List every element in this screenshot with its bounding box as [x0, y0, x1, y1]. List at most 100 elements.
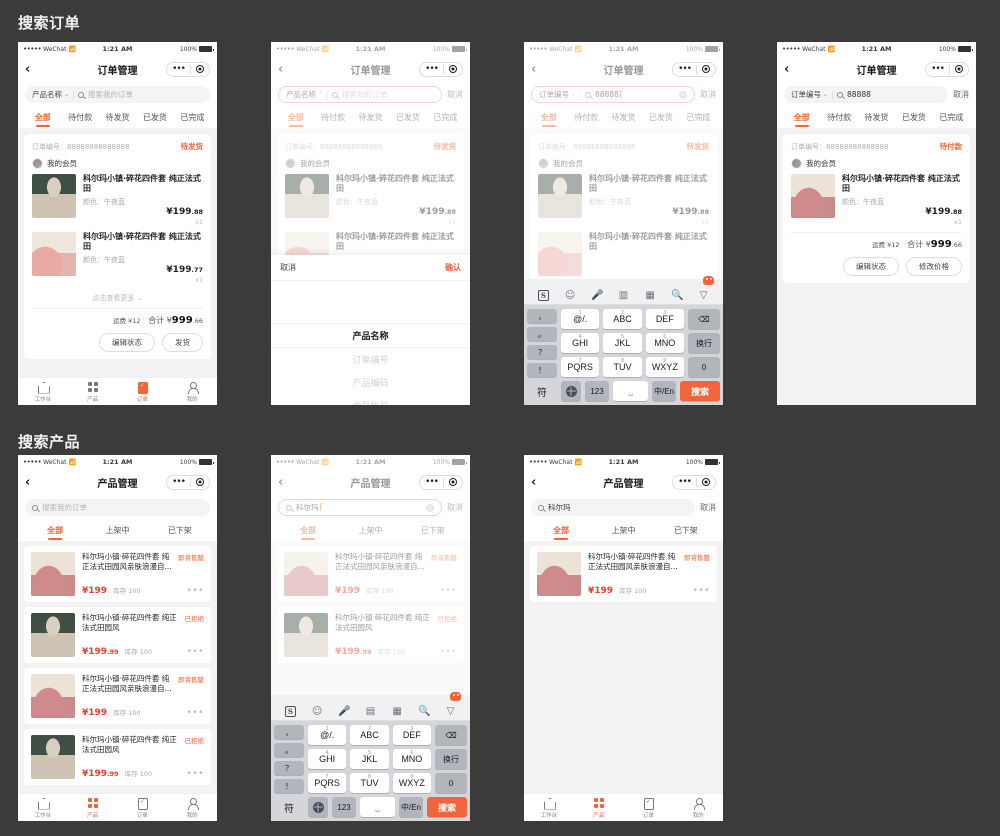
key-language-toggle[interactable]: 中/En [652, 381, 676, 401]
key-1-at[interactable]: 1 @/. [561, 309, 600, 329]
edit-status-button[interactable]: 编辑状态 [843, 257, 899, 276]
nav-orders[interactable]: 订单 [118, 797, 168, 819]
nav-mine[interactable]: 我的 [167, 797, 217, 819]
key-numbers[interactable]: 123 [585, 381, 609, 401]
key-language-toggle[interactable]: 中/En [399, 797, 423, 817]
picker-option-order-number[interactable]: 订单编号 [271, 348, 470, 371]
product-more-icon[interactable]: ••• [187, 709, 204, 718]
key-period[interactable]: 。 [274, 743, 304, 757]
wechat-capsule[interactable]: ••• [672, 474, 716, 490]
tab-off-shelf[interactable]: 已下架 [655, 522, 717, 541]
search-field-selector[interactable]: 产品名称 ⌄ [32, 89, 69, 100]
search-input[interactable]: 科尔玛 [531, 499, 695, 516]
wechat-capsule[interactable]: ••• [925, 61, 969, 77]
tab-all[interactable]: 全部 [24, 522, 86, 541]
wechat-capsule[interactable]: ••• [419, 61, 463, 77]
tab-completed[interactable]: 已完成 [174, 109, 211, 128]
tab-all[interactable]: 全部 [530, 109, 567, 128]
ship-button[interactable]: 发货 [162, 333, 203, 352]
key-8-tuv[interactable]: 8 TUV [350, 773, 389, 793]
key-6-mno[interactable]: 6 MNO [645, 333, 684, 353]
more-icon[interactable]: ••• [425, 64, 439, 74]
tab-off-shelf[interactable]: 已下架 [402, 522, 464, 541]
tab-pending-shipment[interactable]: 待发货 [352, 109, 389, 128]
key-comma[interactable]: ， [274, 725, 304, 739]
picker-option-member-account[interactable]: 会员帐号 [271, 394, 470, 405]
tab-all[interactable]: 全部 [24, 109, 61, 128]
handwriting-icon[interactable]: ▤ [365, 706, 376, 717]
collapse-icon[interactable]: ▽ [698, 290, 709, 301]
search-icon[interactable]: 🔍 [671, 290, 683, 301]
sogou-logo-icon[interactable]: S [284, 706, 296, 717]
order-card[interactable]: 订单编号：88888888888888 待发货 我的会员 科尔玛小镇·碎花四件套… [530, 134, 717, 289]
grid-icon[interactable]: ▦ [392, 706, 403, 717]
backspace-icon[interactable]: ⌫ [688, 309, 720, 329]
tab-all[interactable]: 全部 [277, 522, 339, 541]
tab-all[interactable]: 全部 [277, 109, 314, 128]
globe-icon[interactable] [561, 381, 581, 401]
emoji-icon[interactable]: ☺ [312, 706, 323, 717]
order-item[interactable]: 科尔玛小镇·碎花四件套 纯正法式田 颜色：午夜蓝 ¥199.88 x1 [538, 174, 709, 226]
wechat-capsule[interactable]: ••• [166, 474, 210, 490]
handwriting-icon[interactable]: ▥ [618, 290, 629, 301]
search-input[interactable]: 搜索我的订单 [25, 499, 210, 516]
key-7-pqrs[interactable]: 7 PQRS [561, 357, 600, 377]
product-card[interactable]: 科尔玛小镇·碎花四件套 纯正法式田园风 已拒绝 ¥199.99 库存 100 •… [277, 607, 464, 663]
key-5-jkl[interactable]: 5 JKL [603, 333, 642, 353]
search-field-selector[interactable]: 订单编号 ⌄ [791, 89, 828, 100]
order-item[interactable]: 科尔玛小镇·碎花四件套 纯正法式田 颜色：午夜蓝 ¥199.88 x1 [32, 174, 203, 226]
picker-option-product-code[interactable]: 产品编码 [271, 371, 470, 394]
search-field-selector[interactable]: 订单编号 ⌄ [539, 89, 576, 100]
key-2-abc[interactable]: 2 ABC [603, 309, 642, 329]
cancel-search-button[interactable]: 取消 [447, 502, 463, 513]
tab-off-shelf[interactable]: 已下架 [149, 522, 211, 541]
key-9-wxyz[interactable]: 9 WXYZ [645, 357, 684, 377]
picker-option-product-name[interactable]: 产品名称 [271, 323, 470, 348]
target-icon[interactable] [702, 65, 710, 73]
key-5-jkl[interactable]: 5 JKL [350, 749, 389, 769]
picker-confirm-button[interactable]: 确认 [445, 262, 461, 273]
nav-products[interactable]: 产品 [68, 381, 118, 403]
search-value[interactable]: 科尔玛 [548, 502, 688, 513]
tab-on-shelf[interactable]: 上架中 [592, 522, 654, 541]
product-more-icon[interactable]: ••• [693, 587, 710, 596]
target-icon[interactable] [449, 478, 457, 486]
key-newline[interactable]: 换行 [688, 333, 720, 353]
key-period[interactable]: 。 [527, 327, 557, 341]
key-9-wxyz[interactable]: 9 WXYZ [392, 773, 431, 793]
cancel-search-button[interactable]: 取消 [700, 502, 716, 513]
nav-orders[interactable]: 订单 [624, 797, 674, 819]
order-item[interactable]: 科尔玛小镇·碎花四件套 纯正法式田 颜色：午夜蓝 ¥199.77 x1 [32, 232, 203, 284]
nav-products[interactable]: 产品 [68, 797, 118, 819]
more-icon[interactable]: ••• [931, 64, 945, 74]
space-key[interactable]: ␣ [613, 381, 648, 401]
nav-workbench[interactable]: 工作台 [18, 797, 68, 819]
mic-icon[interactable]: 🎤 [591, 290, 603, 301]
tab-shipped[interactable]: 已发货 [642, 109, 679, 128]
search-key[interactable]: 搜索 [680, 381, 720, 401]
search-value[interactable]: 科尔玛 [296, 502, 422, 513]
mic-icon[interactable]: 🎤 [338, 706, 350, 717]
search-input[interactable]: 产品名称 ⌃ 搜索我的订单 [278, 86, 442, 103]
product-card[interactable]: 科尔玛小镇·碎花四件套 纯正法式田园风亲肤浪漫自... 即将售罄 ¥199 库存… [530, 546, 717, 602]
target-icon[interactable] [955, 65, 963, 73]
clear-icon[interactable]: × [426, 503, 434, 512]
sogou-logo-icon[interactable]: S [537, 290, 549, 301]
order-item[interactable]: 科尔玛小镇·碎花四件套 纯正法式田 [538, 232, 709, 276]
wechat-capsule[interactable]: ••• [672, 61, 716, 77]
tab-on-shelf[interactable]: 上架中 [339, 522, 401, 541]
key-3-def[interactable]: 3 DEF [645, 309, 684, 329]
tab-shipped[interactable]: 已发货 [389, 109, 426, 128]
nav-workbench[interactable]: 工作台 [524, 797, 574, 819]
key-4-ghi[interactable]: 4 GHI [308, 749, 347, 769]
cancel-search-button[interactable]: 取消 [953, 89, 969, 100]
nav-mine[interactable]: 我的 [167, 381, 217, 403]
clear-icon[interactable]: × [679, 90, 687, 99]
space-key[interactable]: ␣ [360, 797, 395, 817]
product-more-icon[interactable]: ••• [440, 648, 457, 657]
nav-orders[interactable]: 订单 [118, 381, 168, 403]
key-2-abc[interactable]: 2 ABC [350, 725, 389, 745]
emoji-icon[interactable]: ☺ [565, 290, 576, 301]
product-card[interactable]: 科尔玛小镇·碎花四件套 纯正法式田园风 已拒绝 ¥199.99 库存 100 •… [24, 607, 211, 663]
target-icon[interactable] [702, 478, 710, 486]
